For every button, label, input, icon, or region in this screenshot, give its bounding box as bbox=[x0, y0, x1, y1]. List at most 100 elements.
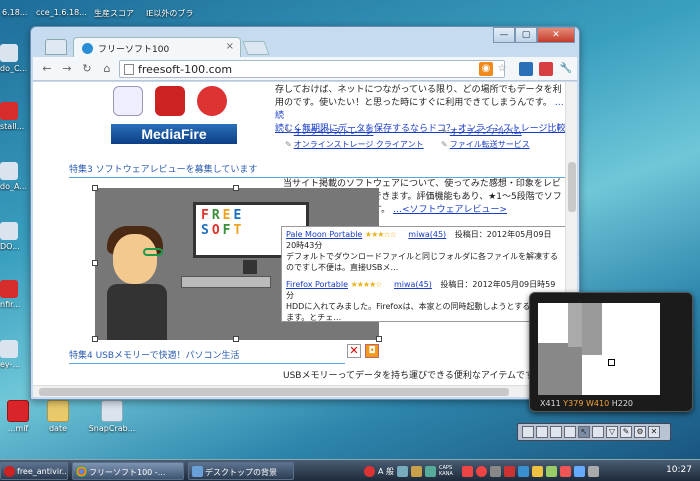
bookmark-star-icon[interactable]: ☆ bbox=[495, 62, 509, 76]
tray-icon[interactable] bbox=[397, 465, 409, 477]
extension-icon[interactable] bbox=[539, 62, 553, 76]
clock[interactable]: 10:27 bbox=[666, 465, 692, 475]
desktop-icon[interactable]: ey-... bbox=[0, 340, 28, 369]
capture-monitor-icon[interactable] bbox=[564, 426, 576, 438]
link-online-album[interactable]: オンラインアルバム bbox=[441, 126, 522, 137]
link-online-storage[interactable]: オンラインストレージ bbox=[285, 126, 374, 137]
rss-icon[interactable]: ◉ bbox=[479, 62, 493, 76]
link-storage-client[interactable]: オンラインストレージ クライアント bbox=[285, 139, 424, 150]
desktop-icon[interactable]: do_C... bbox=[0, 44, 28, 73]
scroll-thumb[interactable] bbox=[568, 162, 576, 212]
tray-icon[interactable] bbox=[462, 465, 474, 477]
tab-switch-button[interactable] bbox=[45, 39, 67, 55]
link-file-transfer[interactable]: ファイル転送サービス bbox=[441, 139, 530, 150]
monitor-stand bbox=[243, 260, 257, 274]
selection-handle[interactable] bbox=[92, 185, 98, 191]
arrows-icon[interactable] bbox=[197, 86, 227, 116]
settings-icon[interactable]: ⚙ bbox=[634, 426, 646, 438]
reload-icon[interactable]: ↻ bbox=[79, 61, 95, 77]
minimize-button[interactable]: — bbox=[493, 27, 515, 43]
review-link[interactable]: …<ソフトウェアレビュー> bbox=[393, 205, 507, 215]
desktop-icon-label: ey-... bbox=[0, 360, 21, 369]
shield-icon[interactable] bbox=[155, 86, 185, 116]
tab-freesoft[interactable]: フリーソフト100 × bbox=[73, 37, 241, 57]
pointer-icon[interactable]: ↖ bbox=[578, 426, 590, 438]
selection-handle[interactable] bbox=[92, 260, 98, 266]
usb-text: USBメモリーってデータを持ち運びできる便利なアイテムです。 bbox=[283, 371, 543, 381]
review-user-link[interactable]: miwa(45) bbox=[408, 230, 446, 239]
home-icon[interactable]: ⌂ bbox=[99, 61, 115, 77]
ime-indicator[interactable]: A 般 bbox=[378, 466, 394, 477]
taskbar-item[interactable]: free_antivir... bbox=[0, 462, 68, 480]
selection-handle[interactable] bbox=[233, 185, 239, 191]
taskbar-item-browser[interactable]: フリーソフト100 -... bbox=[72, 462, 184, 480]
capture-region-icon[interactable] bbox=[550, 426, 562, 438]
review-user-link[interactable]: miwa(45) bbox=[394, 280, 432, 289]
capture-window-icon[interactable] bbox=[536, 426, 548, 438]
desktop-icon[interactable]: SnapCrab... bbox=[88, 400, 136, 433]
magnifier-panel: X411 Y379 W410 H220 bbox=[529, 292, 693, 412]
taskbar-item[interactable]: デスクトップの背景 bbox=[188, 462, 294, 480]
tray-icon[interactable] bbox=[518, 465, 530, 477]
tray-icon[interactable] bbox=[532, 465, 544, 477]
tray-icon[interactable] bbox=[364, 465, 375, 477]
review-list: Pale Moon Portable ★★★☆☆ miwa(45) 投稿日：20… bbox=[281, 226, 567, 322]
forward-icon[interactable]: → bbox=[59, 61, 75, 77]
app-icon bbox=[101, 400, 123, 422]
wrench-icon[interactable]: 🔧 bbox=[559, 62, 573, 76]
desktop-icon-label[interactable]: 6.18... bbox=[2, 8, 27, 17]
desktop-icon[interactable]: nfir... bbox=[0, 280, 28, 309]
selection-handle[interactable] bbox=[376, 336, 382, 342]
tray-icon[interactable] bbox=[425, 465, 437, 477]
review-software-link[interactable]: Pale Moon Portable bbox=[286, 230, 362, 239]
review-body: HDDに入れてみました。Firefoxは、本家との同時起動しようとすると、時いま… bbox=[286, 302, 562, 322]
address-bar[interactable]: freesoft-100.com bbox=[119, 60, 505, 78]
horizontal-scrollbar[interactable] bbox=[33, 385, 567, 397]
review-software-link[interactable]: Firefox Portable bbox=[286, 280, 348, 289]
app-icon bbox=[0, 162, 18, 180]
keyboard-graphic bbox=[181, 276, 271, 288]
mediafire-logo[interactable]: MediaFire bbox=[111, 124, 237, 144]
folder-icon bbox=[47, 400, 69, 422]
maximize-button[interactable]: ▢ bbox=[515, 27, 537, 43]
eyedropper-icon[interactable]: ✎ bbox=[620, 426, 632, 438]
tray-icon[interactable] bbox=[588, 465, 600, 477]
service-icon[interactable] bbox=[113, 86, 143, 116]
selection-handle[interactable] bbox=[233, 336, 239, 342]
new-tab-button[interactable] bbox=[242, 41, 270, 55]
desktop-icon[interactable]: do_A... bbox=[0, 162, 28, 191]
filter-icon[interactable]: ▽ bbox=[606, 426, 618, 438]
desktop-icon[interactable]: DO... bbox=[0, 222, 28, 251]
close-icon[interactable]: ✕ bbox=[648, 426, 660, 438]
tray-icon[interactable] bbox=[411, 465, 423, 477]
close-tab-icon[interactable]: × bbox=[226, 41, 234, 52]
app-icon bbox=[0, 44, 18, 62]
back-icon[interactable]: ← bbox=[39, 61, 55, 77]
service-icons bbox=[113, 86, 227, 116]
desktop-icon-label[interactable]: cce_1.6.18... bbox=[36, 8, 87, 17]
extension-icon[interactable] bbox=[519, 62, 533, 76]
tray-icon[interactable] bbox=[546, 465, 558, 477]
desktop-icon[interactable]: date bbox=[34, 400, 82, 433]
cursor-point bbox=[608, 359, 615, 366]
scroll-thumb[interactable] bbox=[39, 388, 509, 396]
tray-icon[interactable] bbox=[490, 465, 502, 477]
close-button[interactable]: ✕ bbox=[537, 27, 575, 43]
cancel-capture-button[interactable]: ✕ bbox=[347, 344, 361, 358]
selection-handle[interactable] bbox=[92, 336, 98, 342]
browser-window[interactable]: フリーソフト100 × — ▢ ✕ ← → ↻ ⌂ freesoft-100.c… bbox=[30, 26, 580, 400]
desktop-icon-label[interactable]: IE以外のブラ bbox=[146, 8, 193, 19]
taskbar: free_antivir... フリーソフト100 -... デスクトップの背景… bbox=[0, 459, 700, 481]
tray-icon[interactable] bbox=[574, 465, 586, 477]
review-body: デフォルトでダウンロードファイルと同じフォルダに各ファイルを解凍するのですし不便… bbox=[286, 252, 558, 272]
desktop-icon-label: SnapCrab... bbox=[88, 424, 136, 433]
desktop-icon[interactable]: stall... bbox=[0, 102, 28, 131]
capture-fullscreen-icon[interactable] bbox=[522, 426, 534, 438]
capture-freeform-icon[interactable] bbox=[592, 426, 604, 438]
capture-button[interactable]: ◘ bbox=[365, 344, 379, 358]
review-item: Firefox Portable ★★★★☆ miwa(45) 投稿日：2012… bbox=[286, 279, 562, 322]
tray-icon[interactable] bbox=[560, 465, 572, 477]
tray-icon[interactable] bbox=[476, 465, 488, 477]
tray-icon[interactable] bbox=[504, 465, 516, 477]
desktop-icon-label[interactable]: 生産スコア bbox=[94, 8, 134, 19]
